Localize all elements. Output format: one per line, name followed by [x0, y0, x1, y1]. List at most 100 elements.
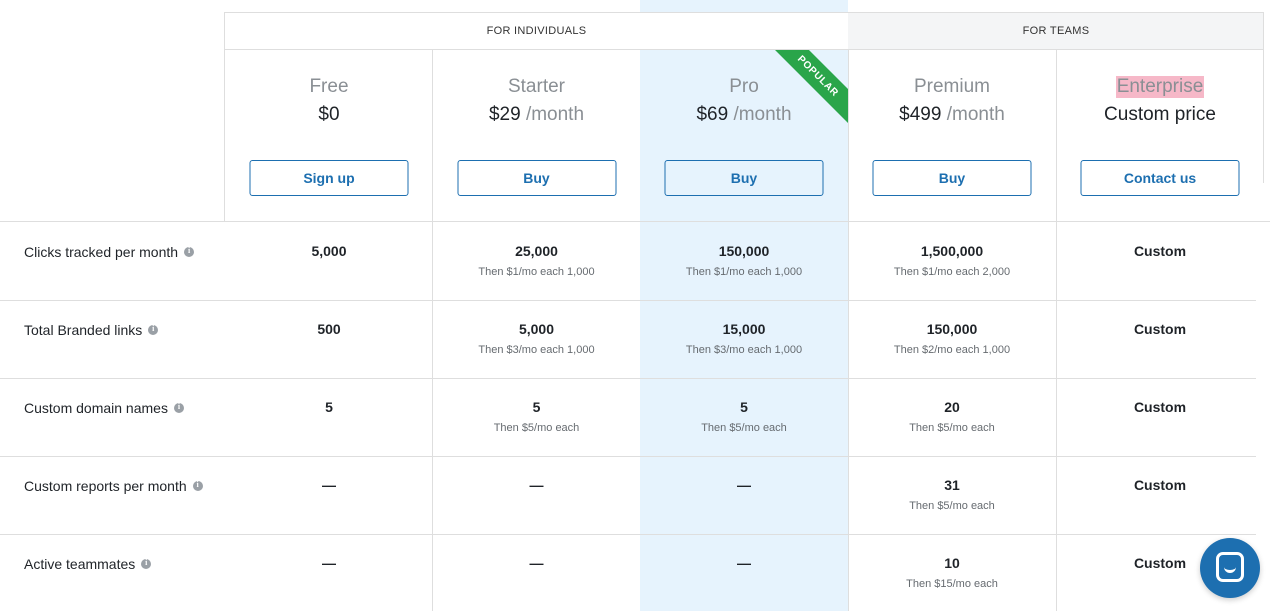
cell-free: 500	[225, 321, 433, 337]
cell-subtext: Then $3/mo each 1,000	[685, 344, 803, 356]
plan-price: $29 /month	[433, 104, 640, 126]
group-header-teams: FOR TEAMS	[848, 12, 1264, 50]
contact-us-button[interactable]: Contact us	[1080, 160, 1240, 196]
table-row: Custom domain names 5 5 Then $5/mo each 5 The…	[0, 378, 1256, 456]
cell-value: 500	[317, 321, 341, 337]
cell-free: 5,000	[225, 243, 433, 259]
cell-value: —	[529, 477, 544, 493]
cell-value: —	[737, 477, 751, 493]
plan-free: Free $0 Sign up	[225, 50, 433, 221]
price-amount: $69	[696, 104, 729, 125]
cell-premium: 150,000 Then $2/mo each 1,000	[848, 321, 1056, 356]
feature-label-text: Active teammates	[24, 556, 136, 572]
cell-value: Custom	[1133, 477, 1187, 493]
sign-up-button[interactable]: Sign up	[249, 160, 409, 196]
info-icon[interactable]	[173, 402, 184, 413]
cell-value: 5	[325, 399, 333, 415]
plan-starter: Starter $29 /month Buy	[433, 50, 640, 221]
plan-name: Free	[309, 76, 349, 97]
table-row: Total Branded links 500 5,000 Then $3/mo ea…	[0, 300, 1256, 378]
group-header-individuals: FOR INDIVIDUALS	[224, 12, 848, 50]
buy-starter-button[interactable]: Buy	[457, 160, 616, 196]
cell-value: —	[322, 555, 336, 571]
plan-name: Starter	[507, 76, 566, 97]
cell-pro: 5 Then $5/mo each	[640, 399, 848, 434]
cell-value: 5	[532, 399, 541, 415]
cell-value: 150,000	[926, 321, 978, 337]
cell-starter: —	[433, 477, 640, 493]
cell-starter: 5 Then $5/mo each	[433, 399, 640, 434]
cell-value: —	[737, 555, 751, 571]
feature-label-text: Total Branded links	[24, 322, 143, 338]
cell-enterprise: Custom	[1056, 477, 1264, 493]
info-icon[interactable]	[184, 246, 195, 257]
cell-value: —	[529, 555, 544, 571]
cell-value: 1,500,000	[920, 243, 984, 259]
cell-premium: 10 Then $15/mo each	[848, 555, 1056, 590]
table-row: Custom reports per month — — — 31 Then $5/mo …	[0, 456, 1256, 534]
cell-free: —	[225, 477, 433, 493]
pricing-table: FOR INDIVIDUALS FOR TEAMS Free $0 Sign u…	[0, 0, 1270, 611]
cell-value: 20	[944, 399, 960, 415]
cell-subtext: Then $5/mo each	[909, 500, 995, 512]
price-period: /month	[525, 104, 585, 125]
cell-value: 5,000	[518, 321, 555, 337]
plan-name: Premium	[913, 76, 990, 97]
cell-enterprise: Custom	[1056, 399, 1264, 415]
info-icon[interactable]	[148, 324, 159, 335]
price-amount: Custom price	[1104, 104, 1216, 125]
info-icon[interactable]	[141, 558, 152, 569]
feature-label: Clicks tracked per month	[24, 244, 195, 260]
buy-premium-button[interactable]: Buy	[872, 160, 1032, 196]
plan-name: Enterprise	[1056, 76, 1264, 98]
cell-subtext: Then $5/mo each	[909, 422, 995, 434]
group-label-individuals: FOR INDIVIDUALS	[486, 25, 587, 37]
cell-free: —	[225, 555, 433, 571]
cell-subtext: Then $3/mo each 1,000	[478, 344, 595, 356]
cell-value: —	[322, 477, 336, 493]
cell-pro: 15,000 Then $3/mo each 1,000	[640, 321, 848, 356]
plan-price: $499 /month	[848, 104, 1056, 126]
cell-subtext: Then $1/mo each 1,000	[478, 266, 595, 278]
cell-subtext: Then $5/mo each	[701, 422, 787, 434]
cell-starter: —	[433, 555, 640, 571]
cell-value: 5,000	[311, 243, 347, 259]
chat-button[interactable]	[1200, 538, 1260, 598]
cell-starter: 5,000 Then $3/mo each 1,000	[433, 321, 640, 356]
cell-value: Custom	[1133, 243, 1187, 259]
cell-subtext: Then $2/mo each 1,000	[893, 344, 1011, 356]
cell-pro: —	[640, 555, 848, 571]
cell-pro: 150,000 Then $1/mo each 1,000	[640, 243, 848, 278]
cell-enterprise: Custom	[1056, 243, 1264, 259]
price-amount: $499	[899, 104, 942, 125]
cell-value: Custom	[1133, 399, 1187, 415]
group-label-teams: FOR TEAMS	[1022, 25, 1090, 37]
cell-free: 5	[225, 399, 433, 415]
cell-premium: 20 Then $5/mo each	[848, 399, 1056, 434]
cell-subtext: Then $1/mo each 2,000	[893, 266, 1011, 278]
plan-price: Custom price	[1056, 104, 1264, 126]
price-amount: $0	[318, 104, 340, 125]
cell-starter: 25,000 Then $1/mo each 1,000	[433, 243, 640, 278]
price-period: /month	[946, 104, 1005, 125]
ribbon-label: POPULAR	[768, 50, 848, 127]
cell-premium: 31 Then $5/mo each	[848, 477, 1056, 512]
info-icon[interactable]	[192, 480, 203, 491]
feature-label-text: Clicks tracked per month	[24, 244, 179, 260]
cell-pro: —	[640, 477, 848, 493]
cell-value: 15,000	[722, 321, 766, 337]
feature-label: Custom domain names	[24, 400, 184, 416]
plan-premium: Premium $499 /month Buy	[848, 50, 1056, 221]
cell-subtext: Then $15/mo each	[906, 578, 998, 590]
buy-pro-button[interactable]: Buy	[664, 160, 824, 196]
table-row: Clicks tracked per month 5,000 25,000 Then …	[0, 222, 1256, 300]
price-amount: $29	[488, 104, 521, 125]
plan-price: $0	[225, 104, 433, 126]
cell-value: 10	[944, 555, 960, 571]
enterprise-name-highlight: Enterprise	[1115, 76, 1205, 98]
cell-value: 25,000	[515, 243, 558, 259]
cell-subtext: Then $5/mo each	[493, 422, 580, 434]
cell-value: 5	[740, 399, 748, 415]
table-row: Active teammates———10Then $15/mo eachCus…	[0, 534, 1256, 611]
cell-subtext: Then $1/mo each 1,000	[685, 266, 803, 278]
